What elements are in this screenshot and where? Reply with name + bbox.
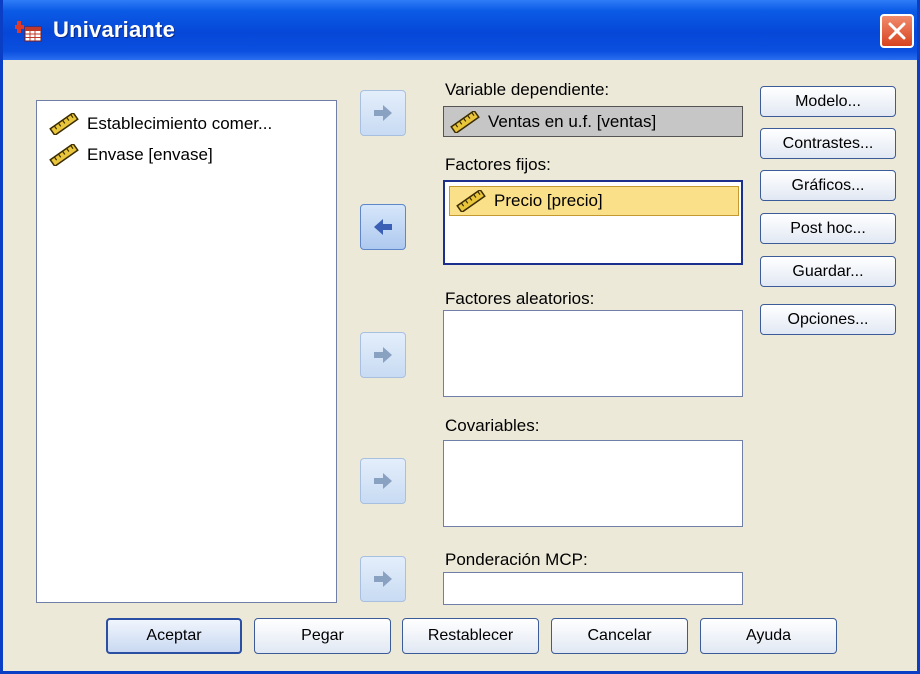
- table-icon: [15, 19, 43, 43]
- window-title: Univariante: [53, 17, 176, 42]
- cancel-button[interactable]: Cancelar: [551, 618, 688, 654]
- arrow-right-icon: [374, 347, 392, 363]
- ruler-icon: [456, 190, 486, 212]
- close-button[interactable]: [880, 14, 914, 48]
- univariante-dialog: Univariante Establecimiento comer... Env…: [0, 0, 920, 674]
- list-item[interactable]: Envase [envase]: [49, 143, 213, 167]
- wls-weight-field[interactable]: [443, 572, 743, 605]
- move-to-covariates-button[interactable]: [360, 458, 406, 504]
- dependent-variable-field[interactable]: Ventas en u.f. [ventas]: [443, 106, 743, 137]
- post-hoc-button[interactable]: Post hoc...: [760, 213, 896, 244]
- covariates-label: Covariables:: [445, 416, 540, 435]
- help-button[interactable]: Ayuda: [700, 618, 837, 654]
- dependent-variable-label: Variable dependiente:: [445, 80, 610, 99]
- ok-button[interactable]: Aceptar: [106, 618, 242, 654]
- random-factors-label: Factores aleatorios:: [445, 289, 595, 308]
- list-item[interactable]: Precio [precio]: [449, 186, 739, 216]
- arrow-right-icon: [374, 571, 392, 587]
- plots-button[interactable]: Gráficos...: [760, 170, 896, 201]
- ruler-icon: [49, 113, 79, 135]
- source-variable-list[interactable]: Establecimiento comer... Envase [envase]: [36, 100, 337, 603]
- model-button[interactable]: Modelo...: [760, 86, 896, 117]
- arrow-right-icon: [374, 105, 392, 121]
- ruler-icon: [49, 144, 79, 166]
- list-item-label: Envase [envase]: [87, 145, 213, 164]
- list-item-label: Establecimiento comer...: [87, 114, 273, 133]
- close-icon: [888, 22, 906, 40]
- move-to-wls-button[interactable]: [360, 556, 406, 602]
- ruler-icon: [450, 111, 480, 133]
- contrasts-button[interactable]: Contrastes...: [760, 128, 896, 159]
- save-button[interactable]: Guardar...: [760, 256, 896, 287]
- title-bar[interactable]: Univariante: [3, 0, 917, 60]
- list-item[interactable]: Establecimiento comer...: [49, 112, 272, 136]
- wls-weight-label: Ponderación MCP:: [445, 550, 588, 569]
- arrow-right-icon: [374, 473, 392, 489]
- fixed-factors-label: Factores fijos:: [445, 155, 551, 174]
- fixed-factors-list[interactable]: Precio [precio]: [443, 180, 743, 265]
- list-item-label: Precio [precio]: [494, 191, 603, 210]
- move-to-random-button[interactable]: [360, 332, 406, 378]
- random-factors-list[interactable]: [443, 310, 743, 397]
- move-to-dependent-button[interactable]: [360, 90, 406, 136]
- reset-button[interactable]: Restablecer: [402, 618, 539, 654]
- options-button[interactable]: Opciones...: [760, 304, 896, 335]
- dependent-variable-value: Ventas en u.f. [ventas]: [488, 112, 657, 131]
- paste-button[interactable]: Pegar: [254, 618, 391, 654]
- arrow-left-icon: [374, 219, 392, 235]
- dependent-variable-item[interactable]: Ventas en u.f. [ventas]: [450, 110, 656, 134]
- move-from-fixed-button[interactable]: [360, 204, 406, 250]
- covariates-list[interactable]: [443, 440, 743, 527]
